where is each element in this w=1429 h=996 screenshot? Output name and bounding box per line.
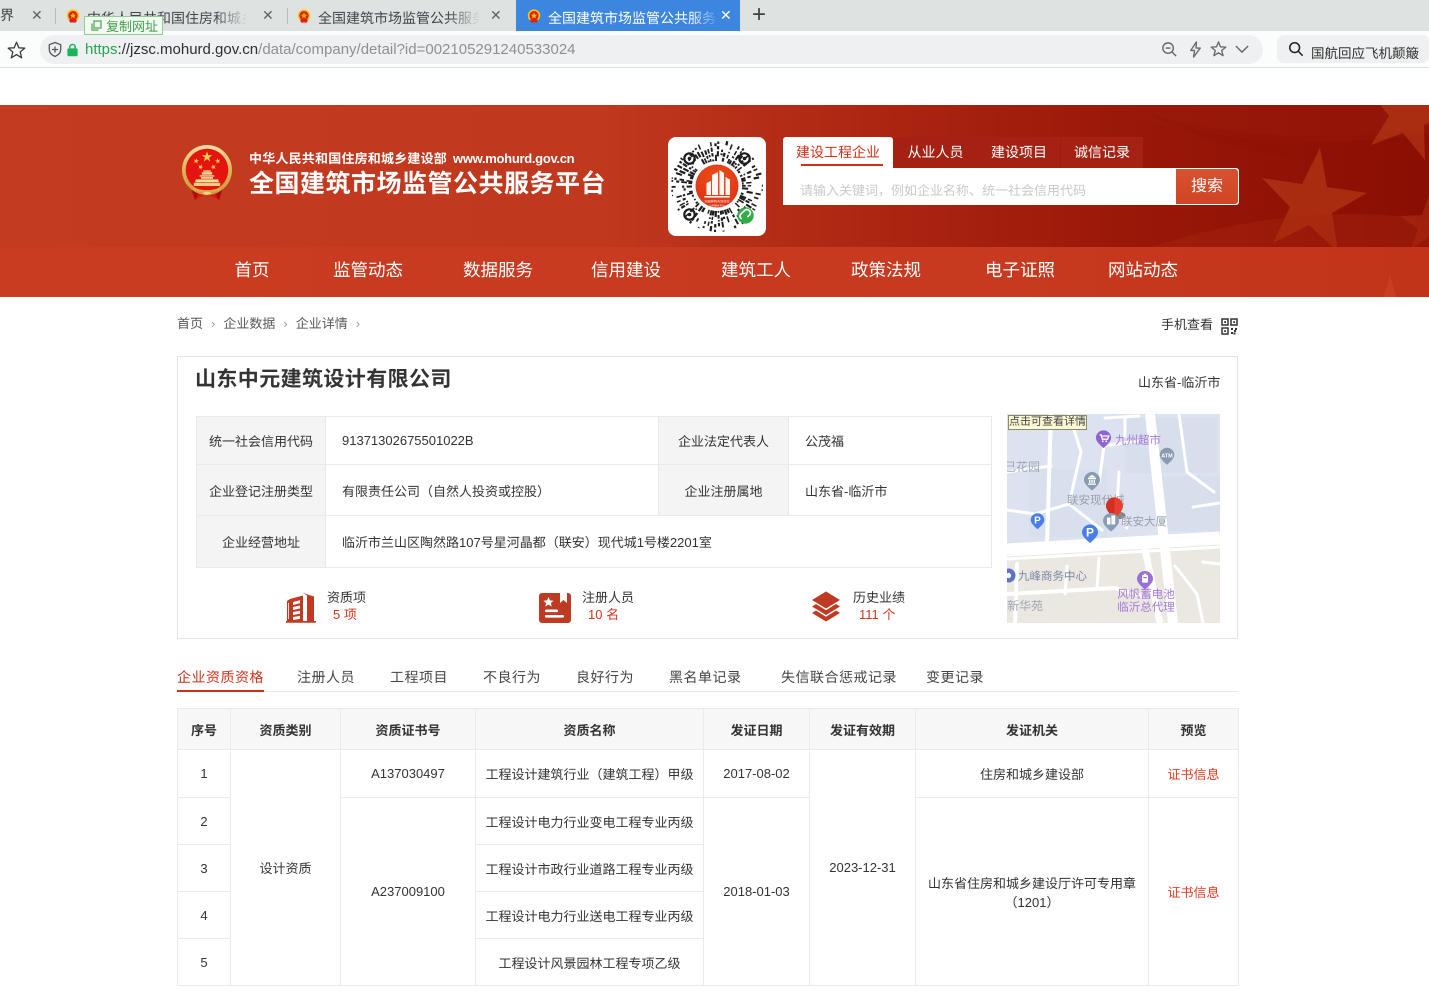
svg-text:九州超市: 九州超市 — [1115, 434, 1161, 447]
svg-text:P: P — [1086, 526, 1094, 540]
svg-text:全国建筑市场监管: 全国建筑市场监管 — [704, 200, 730, 204]
svg-text:P: P — [1034, 516, 1041, 527]
svg-text:九峰商务中心: 九峰商务中心 — [1018, 570, 1087, 583]
svg-text:己花园: 己花园 — [1007, 460, 1040, 474]
svg-text:公共服务平台: 公共服务平台 — [709, 204, 725, 208]
svg-text:ATM: ATM — [1161, 454, 1173, 460]
svg-text:联安大厦: 联安大厦 — [1121, 516, 1167, 529]
svg-text:临沂总代理: 临沂总代理 — [1117, 601, 1175, 614]
svg-text:新华苑: 新华苑 — [1007, 599, 1043, 613]
svg-text:风帆蓄电池: 风帆蓄电池 — [1117, 588, 1175, 601]
